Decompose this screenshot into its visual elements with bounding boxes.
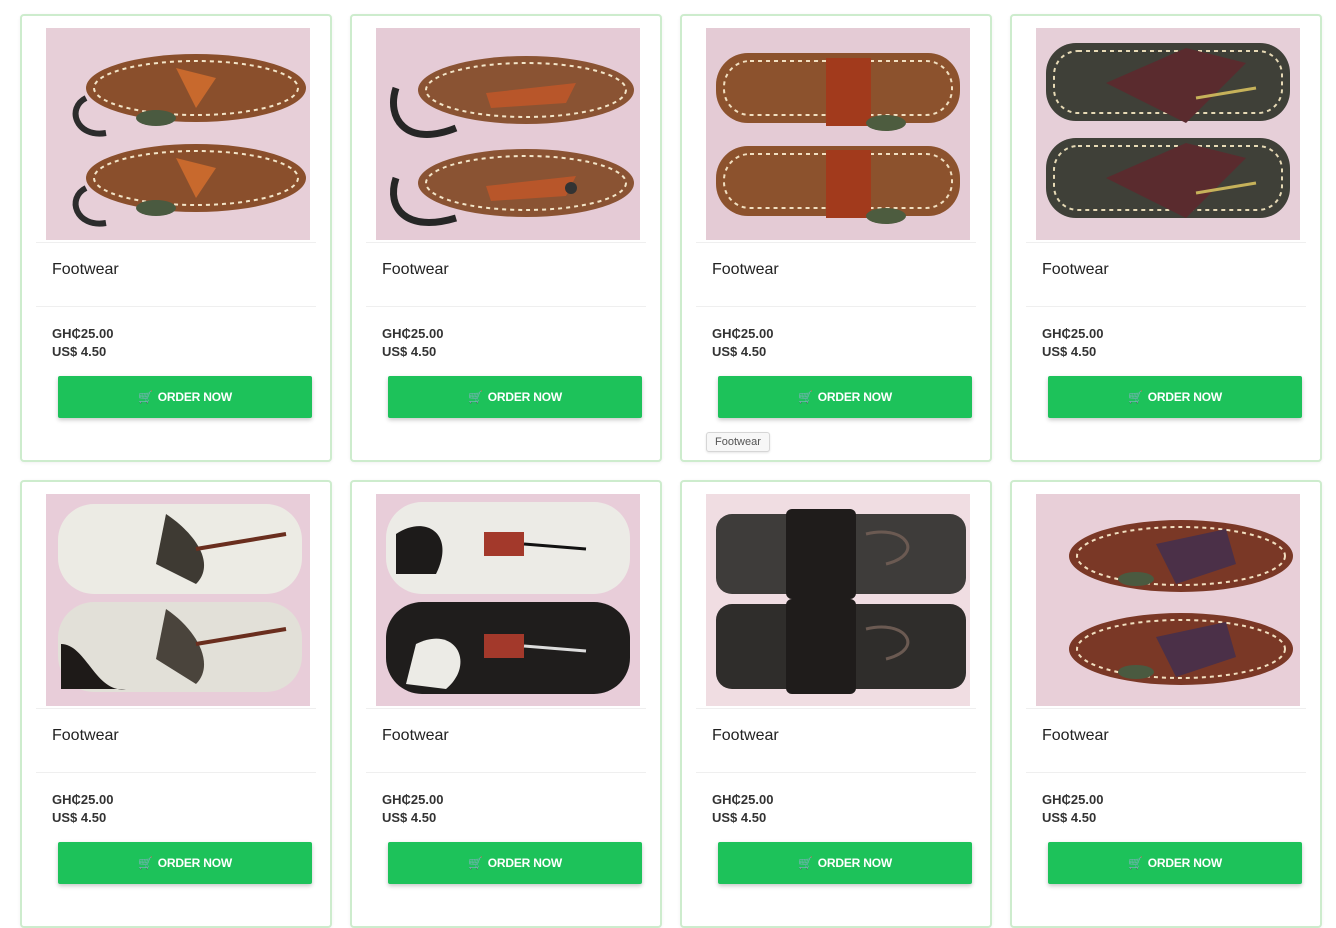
price-usd: US$ 4.50	[1042, 344, 1097, 359]
order-now-button[interactable]: 🛒 ORDER NOW	[718, 842, 972, 884]
card-divider	[696, 708, 976, 709]
order-now-label: ORDER NOW	[1147, 856, 1222, 870]
product-title[interactable]: Footwear	[712, 727, 779, 745]
product-image[interactable]	[46, 494, 310, 706]
price-ghs: GH₵25.00	[1042, 326, 1104, 341]
shopping-cart-icon: 🛒	[1128, 856, 1143, 870]
product-title[interactable]: Footwear	[712, 261, 779, 279]
price-ghs: GH₵25.00	[52, 326, 114, 341]
shopping-cart-icon: 🛒	[798, 856, 813, 870]
shopping-cart-icon: 🛒	[138, 856, 153, 870]
price-ghs: GH₵25.00	[382, 326, 444, 341]
order-now-button[interactable]: 🛒 ORDER NOW	[58, 376, 312, 418]
price-ghs: GH₵25.00	[52, 792, 114, 807]
card-divider	[36, 306, 316, 307]
price-usd: US$ 4.50	[382, 344, 437, 359]
order-now-button[interactable]: 🛒 ORDER NOW	[1048, 376, 1302, 418]
order-now-button[interactable]: 🛒 ORDER NOW	[388, 842, 642, 884]
product-image[interactable]	[46, 28, 310, 240]
price-usd: US$ 4.50	[52, 344, 107, 359]
card-divider	[1026, 306, 1306, 307]
order-now-label: ORDER NOW	[487, 390, 562, 404]
order-now-label: ORDER NOW	[817, 390, 892, 404]
price-usd: US$ 4.50	[382, 810, 437, 825]
product-card: Footwear GH₵25.00 US$ 4.50 🛒 ORDER NOW	[680, 480, 992, 928]
product-title[interactable]: Footwear	[52, 727, 119, 745]
shopping-cart-icon: 🛒	[138, 390, 153, 404]
shopping-cart-icon: 🛒	[468, 390, 483, 404]
card-divider	[1026, 772, 1306, 773]
product-image[interactable]	[1036, 494, 1300, 706]
product-card: Footwear GH₵25.00 US$ 4.50 🛒 ORDER NOW	[20, 14, 332, 462]
product-title[interactable]: Footwear	[1042, 727, 1109, 745]
product-card: Footwear GH₵25.00 US$ 4.50 🛒 ORDER NOW	[350, 14, 662, 462]
card-divider	[1026, 708, 1306, 709]
card-divider	[696, 772, 976, 773]
title-tooltip: Footwear	[706, 432, 770, 452]
price-usd: US$ 4.50	[712, 810, 767, 825]
price-ghs: GH₵25.00	[382, 792, 444, 807]
product-image[interactable]	[376, 28, 640, 240]
card-divider	[696, 242, 976, 243]
product-card: Footwear GH₵25.00 US$ 4.50 🛒 ORDER NOW	[20, 480, 332, 928]
product-image[interactable]	[706, 28, 970, 240]
price-usd: US$ 4.50	[712, 344, 767, 359]
product-card: Footwear GH₵25.00 US$ 4.50 🛒 ORDER NOW	[680, 14, 992, 462]
card-divider	[36, 772, 316, 773]
card-divider	[366, 708, 646, 709]
card-divider	[36, 242, 316, 243]
order-now-label: ORDER NOW	[1147, 390, 1222, 404]
price-ghs: GH₵25.00	[1042, 792, 1104, 807]
order-now-label: ORDER NOW	[157, 390, 232, 404]
card-divider	[366, 772, 646, 773]
card-divider	[366, 306, 646, 307]
price-ghs: GH₵25.00	[712, 792, 774, 807]
card-divider	[366, 242, 646, 243]
product-title[interactable]: Footwear	[382, 727, 449, 745]
price-ghs: GH₵25.00	[712, 326, 774, 341]
product-card: Footwear GH₵25.00 US$ 4.50 🛒 ORDER NOW	[1010, 480, 1322, 928]
order-now-button[interactable]: 🛒 ORDER NOW	[58, 842, 312, 884]
product-image[interactable]	[1036, 28, 1300, 240]
shopping-cart-icon: 🛒	[468, 856, 483, 870]
order-now-button[interactable]: 🛒 ORDER NOW	[388, 376, 642, 418]
card-divider	[696, 306, 976, 307]
card-divider	[36, 708, 316, 709]
product-image[interactable]	[376, 494, 640, 706]
card-divider	[1026, 242, 1306, 243]
product-card: Footwear GH₵25.00 US$ 4.50 🛒 ORDER NOW	[1010, 14, 1322, 462]
order-now-label: ORDER NOW	[817, 856, 892, 870]
product-title[interactable]: Footwear	[52, 261, 119, 279]
price-usd: US$ 4.50	[52, 810, 107, 825]
order-now-label: ORDER NOW	[157, 856, 232, 870]
price-usd: US$ 4.50	[1042, 810, 1097, 825]
product-title[interactable]: Footwear	[1042, 261, 1109, 279]
product-title[interactable]: Footwear	[382, 261, 449, 279]
shopping-cart-icon: 🛒	[798, 390, 813, 404]
order-now-label: ORDER NOW	[487, 856, 562, 870]
order-now-button[interactable]: 🛒 ORDER NOW	[718, 376, 972, 418]
shopping-cart-icon: 🛒	[1128, 390, 1143, 404]
product-image[interactable]	[706, 494, 970, 706]
product-card: Footwear GH₵25.00 US$ 4.50 🛒 ORDER NOW	[350, 480, 662, 928]
order-now-button[interactable]: 🛒 ORDER NOW	[1048, 842, 1302, 884]
